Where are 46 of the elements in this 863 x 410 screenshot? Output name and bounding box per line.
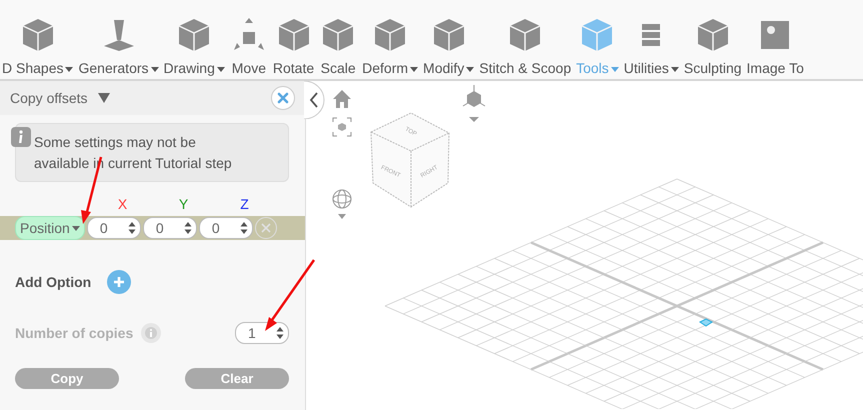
caret-icon[interactable]	[670, 66, 679, 72]
stepper-arrows-icon[interactable]	[240, 221, 248, 235]
toolbar-button[interactable]: D Shapes	[2, 16, 74, 76]
stepper-arrows-icon[interactable]	[184, 221, 192, 235]
toolbar-button[interactable]: Scale	[319, 16, 358, 76]
plus-icon	[113, 276, 126, 288]
caret-icon[interactable]	[150, 66, 159, 72]
axis-label: X	[116, 196, 128, 212]
toolbar-button[interactable]: Image To	[746, 16, 804, 76]
option-dropdown[interactable]: Position	[15, 216, 85, 240]
toolbar-button[interactable]: Rotate	[272, 16, 314, 76]
close-icon	[260, 223, 271, 233]
toolbar-button[interactable]: Modify	[423, 16, 474, 76]
stepper-arrows-icon[interactable]	[276, 326, 284, 340]
stepper-arrows-icon[interactable]	[128, 221, 136, 235]
toolbar-button[interactable]: Move	[230, 16, 268, 76]
toolbar-button[interactable]: Drawing	[164, 16, 225, 76]
caret-icon	[72, 226, 80, 230]
number-field[interactable]: 0	[142, 217, 197, 239]
toolbar-button[interactable]: Utilities	[624, 16, 679, 76]
object-marker-icon[interactable]	[699, 318, 713, 327]
caret-icon[interactable]	[216, 66, 225, 72]
caret-icon[interactable]	[98, 93, 110, 103]
copies-label: Number of copies	[15, 325, 134, 341]
info-icon	[11, 127, 31, 147]
caret-icon[interactable]	[65, 66, 74, 72]
number-field[interactable]: 0	[198, 217, 253, 239]
axis-label: Z	[239, 196, 250, 212]
toolbar-button[interactable]: Generators	[78, 16, 159, 76]
collapse-tab[interactable]	[304, 81, 326, 119]
close-button[interactable]	[271, 86, 295, 110]
home-icon[interactable]	[332, 89, 352, 109]
add-option-label: Add Option	[15, 274, 92, 290]
toolbar-button[interactable]: Stitch & Scoop	[479, 16, 572, 76]
caret-icon[interactable]	[410, 66, 418, 72]
annotation-arrow	[265, 259, 316, 331]
toolbar-button[interactable]: Sculpting	[684, 16, 742, 76]
panel-title: Copy offsets	[10, 90, 88, 106]
caret-icon[interactable]	[466, 66, 474, 72]
number-field[interactable]: 0	[86, 217, 141, 239]
close-icon	[277, 92, 289, 104]
orbit-icon[interactable]	[332, 189, 352, 221]
axis-label: Y	[178, 196, 190, 212]
toolbar-button[interactable]: Deform	[362, 16, 418, 76]
info-icon	[141, 323, 162, 343]
fit-view-icon[interactable]	[332, 117, 352, 137]
